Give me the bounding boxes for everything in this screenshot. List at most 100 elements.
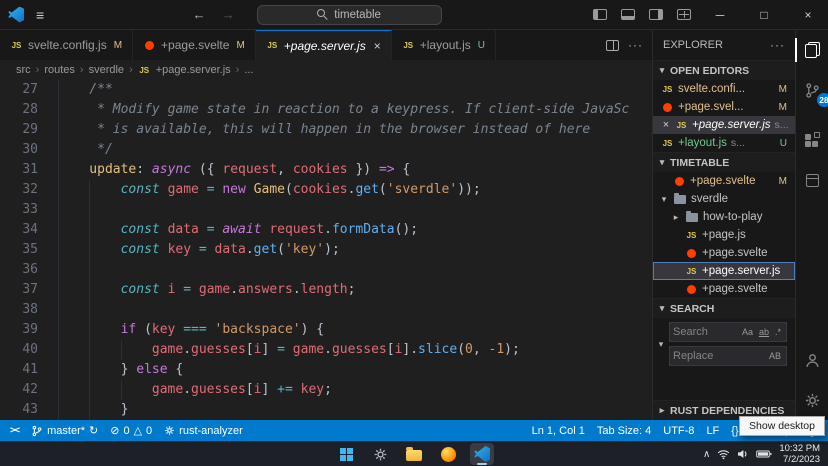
explorer-more-actions-icon[interactable]: ··· <box>770 38 785 52</box>
minimize-button[interactable]: ─ <box>700 0 740 29</box>
code-line: 41} else { <box>0 360 652 380</box>
git-status-badge: M <box>114 40 122 51</box>
replace-input[interactable] <box>673 350 765 362</box>
chevron-right-icon[interactable]: ▸ <box>671 212 681 223</box>
chevron-down-icon: ▾ <box>657 65 667 76</box>
wifi-icon[interactable] <box>717 449 730 460</box>
file-name: how-to-play <box>703 211 762 223</box>
breadcrumb-separator-icon: › <box>236 64 240 76</box>
menu-icon[interactable]: ≡ <box>28 7 52 23</box>
indent-guide <box>89 360 120 380</box>
search-header[interactable]: ▾ SEARCH <box>653 298 795 318</box>
tree-item[interactable]: JS+page.js <box>653 226 795 244</box>
file-tree: +page.svelteM▾sverdle ▸ how-to-play JS+page… <box>653 172 795 298</box>
open-editor-item[interactable]: +page.svel...M <box>653 98 795 116</box>
indent-guide <box>89 380 120 400</box>
tree-item[interactable]: +page.svelte <box>653 280 795 298</box>
code-content <box>58 200 652 220</box>
taskbar-clock[interactable]: 10:32 PM 7/2/2023 <box>779 443 820 465</box>
breadcrumb-item[interactable]: sverdle <box>89 64 124 76</box>
gear-icon <box>804 392 821 409</box>
workspace-header[interactable]: ▾ TIMETABLE <box>653 152 795 172</box>
editor-tab[interactable]: JS+page.server.js× <box>256 30 392 60</box>
taskbar-settings[interactable] <box>368 443 392 465</box>
code-content: * Modify game state in reaction to a key… <box>58 100 652 120</box>
file-explorer-app[interactable] <box>402 443 426 465</box>
start-button[interactable] <box>334 443 358 465</box>
close-editor-icon[interactable]: × <box>661 119 671 131</box>
command-center-search[interactable]: timetable <box>257 5 442 25</box>
file-name: +page.svelte <box>702 247 768 259</box>
tree-item[interactable]: JS+page.server.js <box>653 262 795 280</box>
tree-item[interactable]: ▾sverdle <box>653 190 795 208</box>
customize-layout-icon[interactable] <box>677 9 691 20</box>
battery-icon[interactable] <box>756 450 772 458</box>
remote-indicator[interactable]: >< <box>10 425 19 436</box>
volume-icon[interactable] <box>737 449 749 459</box>
preserve-case-icon[interactable]: AB <box>767 350 783 362</box>
tree-item[interactable]: +page.svelteM <box>653 172 795 190</box>
vscode-app[interactable] <box>470 443 494 465</box>
search-input[interactable] <box>673 326 738 338</box>
breadcrumb-item[interactable]: ... <box>244 64 253 76</box>
encoding-setting[interactable]: UTF-8 <box>663 425 694 437</box>
tray-date: 7/2/2023 <box>783 454 820 465</box>
code-line: 43} <box>0 400 652 420</box>
toggle-secondary-sidebar-icon[interactable] <box>649 9 663 20</box>
editor-tab[interactable]: JSsvelte.config.jsM <box>0 30 133 60</box>
breadcrumb-item[interactable]: +page.server.js <box>156 64 231 76</box>
tray-chevron-icon[interactable]: ∧ <box>703 449 710 460</box>
code-line: 27/** <box>0 80 652 100</box>
editor-tab[interactable]: +page.svelteM <box>133 30 256 60</box>
back-icon[interactable]: ← <box>187 7 212 22</box>
toggle-replace-icon[interactable]: ▾ <box>656 339 666 350</box>
line-number: 33 <box>0 200 58 220</box>
source-control-view-icon[interactable]: 28 <box>800 78 824 102</box>
tree-item[interactable]: ▸ how-to-play <box>653 208 795 226</box>
settings-gear-icon[interactable] <box>800 388 824 412</box>
cursor-position[interactable]: Ln 1, Col 1 <box>532 425 585 437</box>
tree-item[interactable]: +page.svelte <box>653 244 795 262</box>
split-editor-icon[interactable] <box>606 40 619 51</box>
breadcrumb-item[interactable]: routes <box>44 64 75 76</box>
rust-analyzer-item[interactable]: rust-analyzer <box>164 425 243 437</box>
firefox-icon <box>441 447 456 462</box>
editor-more-actions-icon[interactable]: ··· <box>628 38 643 52</box>
file-name: +page.svel... <box>678 101 744 113</box>
git-branch-item[interactable]: master* ↻ <box>31 424 98 437</box>
section-label: RUST DEPENDENCIES <box>670 405 784 417</box>
extensions-view-icon[interactable] <box>800 128 824 152</box>
whole-word-icon[interactable]: ab <box>757 326 771 338</box>
forward-icon[interactable]: → <box>216 7 241 22</box>
tab-close-icon[interactable]: × <box>374 39 381 53</box>
open-editor-item[interactable]: ×JS+page.server.jss... <box>653 116 795 134</box>
toggle-sidebar-icon[interactable] <box>593 9 607 20</box>
windows-logo-icon <box>340 448 353 461</box>
chevron-down-icon[interactable]: ▾ <box>659 194 669 205</box>
js-file-icon: JS <box>10 41 23 50</box>
explorer-view-icon[interactable] <box>800 38 824 62</box>
eol-setting[interactable]: LF <box>706 425 719 437</box>
open-editors-header[interactable]: ▾ OPEN EDITORS <box>653 60 795 80</box>
accounts-icon[interactable] <box>800 348 824 372</box>
firefox-app[interactable] <box>436 443 460 465</box>
editor-tab[interactable]: JS+layout.jsU <box>392 30 496 60</box>
close-button[interactable]: × <box>788 0 828 29</box>
regex-icon[interactable]: .* <box>773 326 783 338</box>
breadcrumb-item[interactable]: src <box>16 64 31 76</box>
code-content: const i = game.answers.length; <box>58 280 652 300</box>
code-editor[interactable]: 27/**28 * Modify game state in reaction … <box>0 80 652 420</box>
indent-guide <box>89 240 120 260</box>
toggle-panel-icon[interactable] <box>621 9 635 20</box>
js-file-icon: JS <box>661 85 674 94</box>
dependencies-view-icon[interactable] <box>800 168 824 192</box>
maximize-button[interactable]: □ <box>744 0 784 29</box>
tab-label: +page.server.js <box>284 39 366 53</box>
problems-item[interactable]: ⊘ 0 △ 0 <box>110 424 152 437</box>
open-editor-item[interactable]: JSsvelte.confi...M <box>653 80 795 98</box>
open-editor-item[interactable]: JS+layout.jss...U <box>653 134 795 152</box>
match-case-icon[interactable]: Aa <box>740 326 755 338</box>
line-number: 37 <box>0 280 58 300</box>
indentation-setting[interactable]: Tab Size: 4 <box>597 425 651 437</box>
errors-count: 0 <box>123 425 129 437</box>
